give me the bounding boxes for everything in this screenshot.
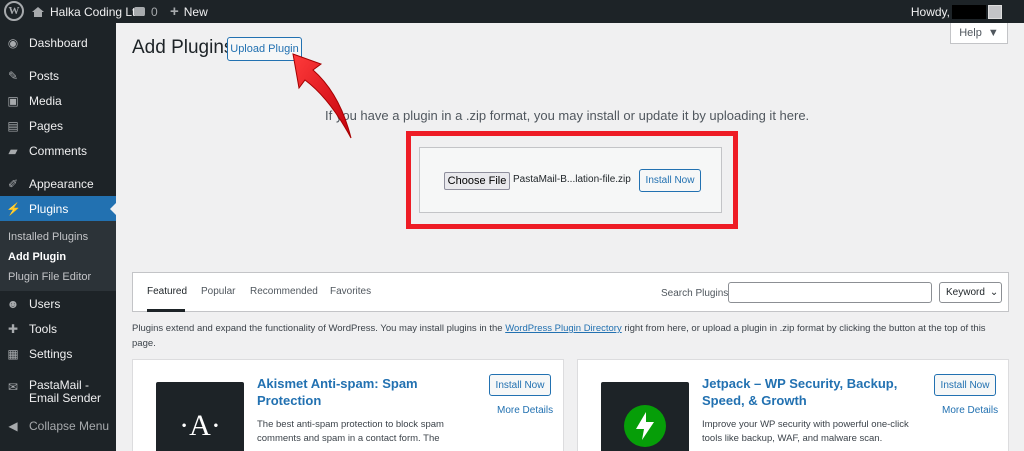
plugin-directory-link[interactable]: WordPress Plugin Directory <box>505 323 622 334</box>
plugins-intro-text: Plugins extend and expand the functional… <box>132 321 1009 351</box>
sidebar-item-plugins[interactable]: ⚡ Plugins <box>0 196 116 222</box>
page-title: Add Plugins <box>132 37 234 58</box>
sidebar-item-tools[interactable]: ✚ Tools <box>0 316 116 342</box>
media-icon: ▣ <box>7 94 19 108</box>
site-name-link[interactable]: Halka Coding Ltd. <box>32 0 145 23</box>
comments-count: 0 <box>151 4 158 19</box>
page-icon: ▤ <box>7 119 19 133</box>
comments-link[interactable]: 0 <box>134 0 158 23</box>
collapse-icon: ◀ <box>8 419 18 433</box>
jetpack-logo[interactable] <box>601 382 689 451</box>
sidebar-item-posts[interactable]: ✎ Posts <box>0 63 116 89</box>
plugin-name-link[interactable]: Akismet Anti-spam: Spam Protection <box>257 375 457 409</box>
help-button[interactable]: Help ▼ <box>950 23 1008 44</box>
admin-bar: W Halka Coding Ltd. 0 + New Howdy, <box>0 0 1024 23</box>
sidebar-item-label: Media <box>29 94 62 108</box>
sidebar-item-label: Appearance <box>29 177 94 191</box>
sidebar-item-appearance[interactable]: ✐ Appearance <box>0 171 116 197</box>
tab-popular[interactable]: Popular <box>201 286 235 297</box>
sidebar-item-label: Pages <box>29 119 64 133</box>
sidebar-item-media[interactable]: ▣ Media <box>0 88 116 114</box>
sidebar-item-label: PastaMail - Email Sender <box>29 378 102 405</box>
site-name: Halka Coding Ltd. <box>50 4 146 19</box>
plugin-name-link[interactable]: Jetpack – WP Security, Backup, Speed, & … <box>702 375 902 409</box>
account-menu[interactable]: Howdy, <box>911 0 1002 23</box>
sidebar-item-label: Dashboard <box>29 36 88 50</box>
admin-sidebar: ◉ Dashboard ✎ Posts ▣ Media ▤ Pages ▰ Co… <box>0 23 116 451</box>
comment-icon: ▰ <box>8 144 18 158</box>
intro-text-before: Plugins extend and expand the functional… <box>132 323 506 334</box>
submenu-plugin-file-editor[interactable]: Plugin File Editor <box>8 271 91 283</box>
pin-icon: ✎ <box>7 69 19 83</box>
install-now-button[interactable]: Install Now <box>934 374 996 396</box>
active-tab-indicator <box>147 309 185 312</box>
search-plugins-input[interactable] <box>728 282 932 303</box>
comment-bubble-icon <box>134 7 145 16</box>
settings-icon: ▦ <box>7 347 19 361</box>
sidebar-item-pastamail[interactable]: ✉ PastaMail - Email Sender <box>0 379 116 411</box>
sidebar-item-label: Collapse Menu <box>29 419 110 433</box>
sidebar-item-label: Posts <box>29 69 60 83</box>
jetpack-bolt-icon <box>624 405 666 447</box>
plugins-submenu: Installed Plugins Add Plugin Plugin File… <box>0 221 116 291</box>
search-type-select[interactable]: Keyword ⌄ <box>939 282 1002 303</box>
home-icon <box>32 6 44 17</box>
sidebar-item-settings[interactable]: ▦ Settings <box>0 341 116 367</box>
collapse-menu-button[interactable]: ◀ Collapse Menu <box>0 413 116 439</box>
user-icon: ☻ <box>6 297 20 311</box>
search-type-value: Keyword <box>946 287 985 298</box>
brush-icon: ✐ <box>7 177 19 191</box>
sidebar-item-label: Tools <box>29 322 58 336</box>
search-plugins-label: Search Plugins <box>661 288 729 299</box>
plugin-card-akismet: ·A· Akismet Anti-spam: Spam Protection T… <box>132 359 564 451</box>
wrench-icon: ✚ <box>7 322 19 336</box>
redacted-username <box>952 4 986 19</box>
plugin-card-jetpack: Jetpack – WP Security, Backup, Speed, & … <box>577 359 1009 451</box>
plugin-description: The best anti-spam protection to block s… <box>257 419 444 444</box>
new-content-link[interactable]: + New <box>170 0 208 23</box>
caret-down-icon: ▼ <box>987 27 999 39</box>
email-icon: ✉ <box>7 380 19 394</box>
plus-icon: + <box>170 3 179 20</box>
sidebar-item-label: Plugins <box>29 202 69 216</box>
sidebar-item-label: Users <box>29 297 61 311</box>
install-now-button[interactable]: Install Now <box>489 374 551 396</box>
sidebar-item-users[interactable]: ☻ Users <box>0 291 116 317</box>
avatar <box>988 4 1002 19</box>
sidebar-item-pages[interactable]: ▤ Pages <box>0 113 116 139</box>
howdy-text: Howdy, <box>910 4 950 19</box>
sidebar-item-label: Comments <box>29 144 88 158</box>
wordpress-logo-icon[interactable]: W <box>4 1 24 21</box>
help-label: Help <box>959 27 982 39</box>
highlight-box <box>406 131 738 229</box>
tab-recommended[interactable]: Recommended <box>250 286 318 297</box>
upload-instructions: If you have a plugin in a .zip format, y… <box>325 108 810 123</box>
akismet-logo[interactable]: ·A· <box>156 382 244 451</box>
sidebar-item-comments[interactable]: ▰ Comments <box>0 138 116 164</box>
plugin-description: Improve your WP security with powerful o… <box>702 419 909 444</box>
dashboard-icon: ◉ <box>7 36 19 50</box>
more-details-link[interactable]: More Details <box>497 405 553 416</box>
annotation-arrow-icon <box>292 53 352 139</box>
sidebar-item-label: Settings <box>29 347 73 361</box>
tab-featured[interactable]: Featured <box>147 286 187 297</box>
chevron-down-icon: ⌄ <box>989 287 999 298</box>
more-details-link[interactable]: More Details <box>942 405 998 416</box>
new-label: New <box>183 4 208 19</box>
tab-favorites[interactable]: Favorites <box>330 286 371 297</box>
sidebar-item-dashboard[interactable]: ◉ Dashboard <box>0 30 116 56</box>
plugin-filter-bar: Featured Popular Recommended Favorites S… <box>132 272 1009 312</box>
plug-icon: ⚡ <box>6 202 21 216</box>
submenu-add-plugin[interactable]: Add Plugin <box>8 251 66 263</box>
submenu-installed-plugins[interactable]: Installed Plugins <box>8 231 88 243</box>
